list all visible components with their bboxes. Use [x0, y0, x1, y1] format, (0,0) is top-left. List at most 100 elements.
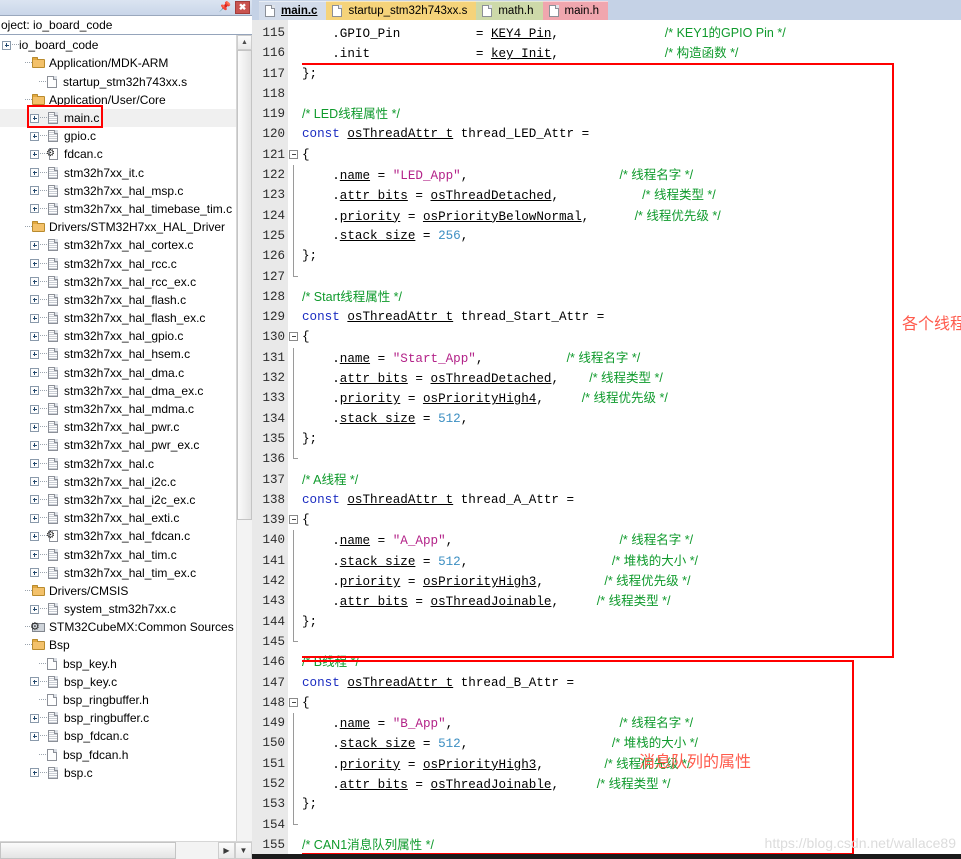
fold-cell[interactable] [288, 145, 302, 165]
editor-tab[interactable]: startup_stm32h743xx.s [326, 1, 477, 20]
expand-plus-icon[interactable] [30, 677, 39, 687]
tree-item[interactable]: Drivers/STM32H7xx_HAL_Driver [0, 218, 236, 236]
expand-plus-icon[interactable] [30, 459, 39, 469]
fold-cell[interactable] [288, 327, 302, 347]
code-line[interactable]: const osThreadAttr_t thread_B_Attr = [302, 673, 961, 693]
code-line[interactable]: const osThreadAttr_t thread_Start_Attr = [302, 307, 961, 327]
code-line[interactable]: /* A线程 */ [302, 470, 961, 490]
expand-plus-icon[interactable] [30, 550, 39, 560]
expand-plus-icon[interactable] [30, 168, 39, 178]
code-folding-column[interactable] [288, 20, 302, 859]
expand-plus-icon[interactable] [30, 204, 39, 214]
fold-cell[interactable] [288, 693, 302, 713]
editor-tabbar[interactable]: main.c startup_stm32h743xx.s math.h main.h [252, 0, 961, 20]
tree-item[interactable]: bsp_fdcan.c [0, 727, 236, 745]
expand-plus-icon[interactable] [30, 422, 39, 432]
code-line[interactable]: { [302, 510, 961, 530]
code-line[interactable] [302, 449, 961, 469]
expand-plus-icon[interactable] [30, 495, 39, 505]
code-line[interactable]: .name = "A_App", /* 线程名字 */ [302, 530, 961, 550]
tree-item[interactable]: gpio.c [0, 127, 236, 145]
tree-item[interactable]: stm32h7xx_hal_gpio.c [0, 327, 236, 345]
editor-tab[interactable]: math.h [476, 1, 543, 20]
code-line[interactable]: .attr_bits = osThreadDetached, /* 线程类型 *… [302, 185, 961, 205]
code-line[interactable]: /* B线程 */ [302, 652, 961, 672]
code-line[interactable]: .attr_bits = osThreadJoinable, /* 线程类型 *… [302, 774, 961, 794]
expand-plus-icon[interactable] [30, 113, 39, 123]
vscroll-track[interactable] [237, 520, 252, 841]
tree-item[interactable]: stm32h7xx_hal_flash.c [0, 291, 236, 309]
tree-item[interactable]: stm32h7xx_hal_pwr.c [0, 418, 236, 436]
scroll-up-arrow-icon[interactable]: ▲ [237, 35, 252, 51]
scroll-right-arrow-icon[interactable]: ▶ [218, 842, 235, 859]
expand-plus-icon[interactable] [30, 277, 39, 287]
expand-plus-icon[interactable] [30, 386, 39, 396]
code-line[interactable]: { [302, 693, 961, 713]
tree-item[interactable]: stm32h7xx_hal_exti.c [0, 509, 236, 527]
fold-collapse-icon[interactable] [289, 332, 298, 342]
editor-tab[interactable]: main.h [542, 1, 609, 20]
fold-cell[interactable] [288, 510, 302, 530]
code-line[interactable]: const osThreadAttr_t thread_LED_Attr = [302, 124, 961, 144]
code-line[interactable]: .attr_bits = osThreadDetached, /* 线程类型 *… [302, 368, 961, 388]
tree-item[interactable]: bsp_key.c [0, 673, 236, 691]
tree-item[interactable]: stm32h7xx_hal_mdma.c [0, 400, 236, 418]
tree-item[interactable]: bsp_fdcan.h [0, 746, 236, 764]
tree-item[interactable]: stm32h7xx_hal_i2c.c [0, 473, 236, 491]
project-tree-vscrollbar[interactable]: ▲ [236, 35, 252, 841]
tree-item[interactable]: Bsp [0, 636, 236, 654]
expand-plus-icon[interactable] [30, 331, 39, 341]
tree-item[interactable]: Drivers/CMSIS [0, 582, 236, 600]
tree-item[interactable]: bsp_ringbuffer.c [0, 709, 236, 727]
code-line[interactable]: .priority = osPriorityHigh4, /* 线程优先级 */ [302, 388, 961, 408]
expand-plus-icon[interactable] [30, 477, 39, 487]
code-line[interactable]: /* Start线程属性 */ [302, 287, 961, 307]
code-line[interactable]: { [302, 327, 961, 347]
tree-item[interactable]: stm32h7xx_hal.c [0, 455, 236, 473]
tree-item[interactable]: bsp.c [0, 764, 236, 782]
collapse-minus-icon[interactable] [2, 40, 11, 50]
code-line[interactable]: .stack_size = 512, [302, 409, 961, 429]
code-line[interactable]: .name = "B_App", /* 线程名字 */ [302, 713, 961, 733]
expand-plus-icon[interactable] [30, 368, 39, 378]
expand-plus-icon[interactable] [30, 440, 39, 450]
code-line[interactable]: .stack_size = 256, [302, 226, 961, 246]
tree-item[interactable]: stm32h7xx_hal_hsem.c [0, 345, 236, 363]
expand-plus-icon[interactable] [30, 604, 39, 614]
tree-item[interactable]: io_board_code [0, 36, 236, 54]
code-line[interactable]: }; [302, 429, 961, 449]
pin-icon[interactable]: 📌 [218, 1, 232, 14]
tree-item[interactable]: stm32h7xx_it.c [0, 164, 236, 182]
tree-item[interactable]: Application/User/Core [0, 91, 236, 109]
tree-item[interactable]: stm32h7xx_hal_tim.c [0, 545, 236, 563]
expand-plus-icon[interactable] [30, 186, 39, 196]
expand-plus-icon[interactable] [30, 349, 39, 359]
expand-plus-icon[interactable] [30, 768, 39, 778]
fold-collapse-icon[interactable] [289, 515, 298, 525]
fold-collapse-icon[interactable] [289, 149, 298, 159]
tree-item[interactable]: stm32h7xx_hal_dma_ex.c [0, 382, 236, 400]
expand-plus-icon[interactable] [30, 404, 39, 414]
code-line[interactable]: .stack_size = 512, /* 堆栈的大小 */ [302, 733, 961, 753]
code-line[interactable]: .GPIO_Pin = KEY4_Pin, /* KEY1的GPIO Pin *… [302, 23, 961, 43]
project-tree[interactable]: io_board_code Application/MDK-ARM startup_… [0, 35, 236, 841]
expand-plus-icon[interactable] [30, 313, 39, 323]
code-line[interactable]: const osThreadAttr_t thread_A_Attr = [302, 490, 961, 510]
tree-item[interactable]: stm32h7xx_hal_timebase_tim.c [0, 200, 236, 218]
code-line[interactable]: .name = "LED_App", /* 线程名字 */ [302, 165, 961, 185]
expand-plus-icon[interactable] [30, 295, 39, 305]
vscroll-thumb[interactable] [237, 50, 252, 521]
editor-tab[interactable]: main.c [259, 1, 327, 20]
scroll-down-arrow-icon[interactable]: ▼ [235, 842, 252, 859]
code-line[interactable]: .name = "Start_App", /* 线程名字 */ [302, 348, 961, 368]
code-line[interactable]: }; [302, 612, 961, 632]
tree-item[interactable]: STM32CubeMX:Common Sources [0, 618, 236, 636]
code-line[interactable]: .priority = osPriorityBelowNormal, /* 线程… [302, 206, 961, 226]
code-line[interactable]: /* LED线程属性 */ [302, 104, 961, 124]
code-line[interactable]: .attr_bits = osThreadJoinable, /* 线程类型 *… [302, 591, 961, 611]
tree-item[interactable]: Application/MDK-ARM [0, 54, 236, 72]
expand-plus-icon[interactable] [30, 731, 39, 741]
code-line[interactable]: }; [302, 246, 961, 266]
code-line[interactable]: }; [302, 794, 961, 814]
expand-plus-icon[interactable] [30, 149, 39, 159]
